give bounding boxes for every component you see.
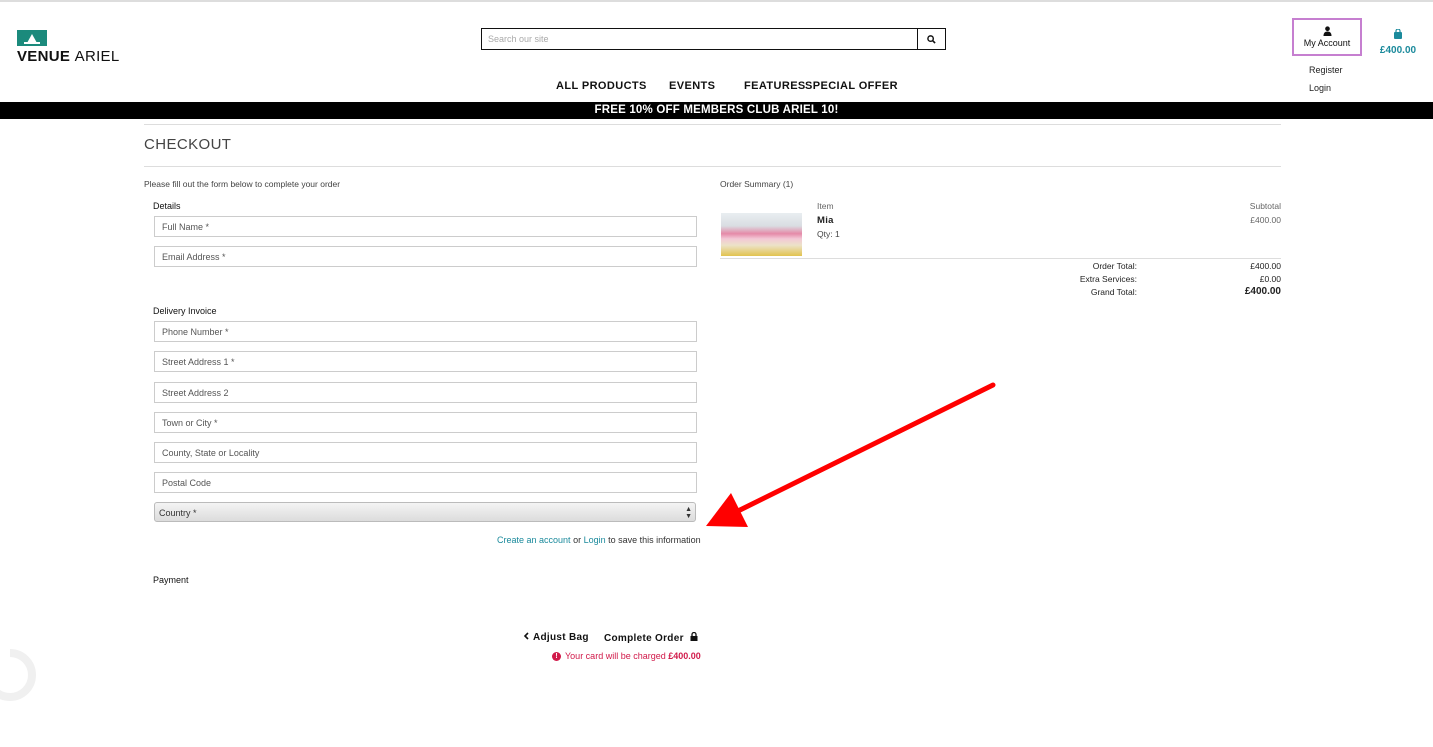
top-border (0, 0, 1433, 2)
promo-banner: FREE 10% OFF MEMBERS CLUB ARIEL 10! (0, 102, 1433, 119)
my-account-button[interactable]: My Account (1292, 18, 1362, 56)
search-bar (481, 28, 946, 50)
save-info-text: Create an account or Login to save this … (497, 535, 701, 545)
nav-special-offer[interactable]: SPECIAL OFFER (805, 80, 898, 92)
full-name-field (154, 216, 697, 237)
logo-icon (17, 30, 47, 46)
delivery-heading: Delivery Invoice (153, 306, 217, 316)
charge-amount: £400.00 (668, 651, 701, 661)
item-column-header: Item (817, 201, 834, 211)
divider (144, 166, 1281, 167)
payment-heading: Payment (153, 575, 189, 585)
grand-total-label: Grand Total: (1090, 287, 1137, 297)
order-summary-title: Order Summary (1) (720, 179, 794, 189)
logo-text: VENUE ARIEL (17, 48, 120, 65)
account-dropdown: Register Login (1309, 64, 1343, 100)
grand-total-value: £400.00 (1244, 286, 1281, 297)
product-image[interactable] (721, 213, 802, 256)
chevron-left-icon (523, 632, 529, 640)
order-total-label: Order Total: (1092, 261, 1137, 271)
form-instructions: Please fill out the form below to comple… (144, 179, 341, 189)
postal-code-input[interactable] (155, 473, 696, 493)
county-field (154, 442, 697, 463)
site-logo[interactable]: VENUE ARIEL (17, 30, 120, 65)
subtotal-column-header: Subtotal (1249, 201, 1281, 211)
product-name: Mia (817, 215, 834, 226)
details-heading: Details (153, 201, 181, 211)
complete-order-button[interactable]: Complete Order (604, 631, 698, 644)
phone-field (154, 321, 697, 342)
town-city-input[interactable] (155, 413, 696, 433)
street-address-1-input[interactable] (155, 352, 696, 372)
search-icon (927, 34, 936, 44)
email-field (154, 246, 697, 267)
register-link[interactable]: Register (1309, 64, 1343, 82)
loading-spinner-icon (0, 649, 36, 701)
product-subtotal: £400.00 (1250, 215, 1281, 225)
nav-all-products[interactable]: ALL PRODUCTS (556, 80, 647, 92)
login-link[interactable]: Login (1309, 82, 1343, 100)
select-arrows-icon: ▲ ▼ (685, 506, 692, 520)
extra-services-value: £0.00 (1259, 274, 1281, 284)
bag-total: £400.00 (1379, 45, 1417, 56)
street-address-1-field (154, 351, 697, 372)
street-address-2-field (154, 382, 697, 403)
email-input[interactable] (155, 247, 696, 267)
create-account-link[interactable]: Create an account (497, 535, 571, 545)
shopping-bag-icon (1394, 28, 1402, 39)
divider (144, 124, 1281, 125)
lock-icon (690, 631, 698, 641)
phone-input[interactable] (155, 322, 696, 342)
street-address-2-input[interactable] (155, 383, 696, 403)
search-input[interactable] (482, 29, 917, 49)
main-nav: ALL PRODUCTS EVENTS FEATURES SPECIAL OFF… (0, 80, 1433, 94)
product-qty: Qty: 1 (817, 229, 840, 239)
summary-divider (720, 258, 1281, 259)
charge-notice: ! Your card will be charged £400.00 (552, 651, 701, 662)
country-select-value: Country * (159, 508, 197, 518)
order-total-value: £400.00 (1250, 261, 1281, 271)
shopping-bag[interactable]: £400.00 (1376, 26, 1420, 56)
adjust-bag-button[interactable]: Adjust Bag (523, 632, 589, 643)
country-select[interactable]: Country * ▲ ▼ (154, 502, 696, 522)
my-account-label: My Account (1303, 38, 1351, 48)
page-title: CHECKOUT (144, 136, 232, 153)
county-input[interactable] (155, 443, 696, 463)
nav-events[interactable]: EVENTS (669, 80, 715, 92)
login-link-inline[interactable]: Login (584, 535, 606, 545)
town-city-field (154, 412, 697, 433)
user-icon (1322, 26, 1332, 36)
nav-features[interactable]: FEATURES (744, 80, 806, 92)
extra-services-label: Extra Services: (1079, 274, 1137, 284)
postal-code-field (154, 472, 697, 493)
full-name-input[interactable] (155, 217, 696, 237)
error-icon: ! (552, 652, 561, 662)
search-button[interactable] (917, 29, 945, 49)
